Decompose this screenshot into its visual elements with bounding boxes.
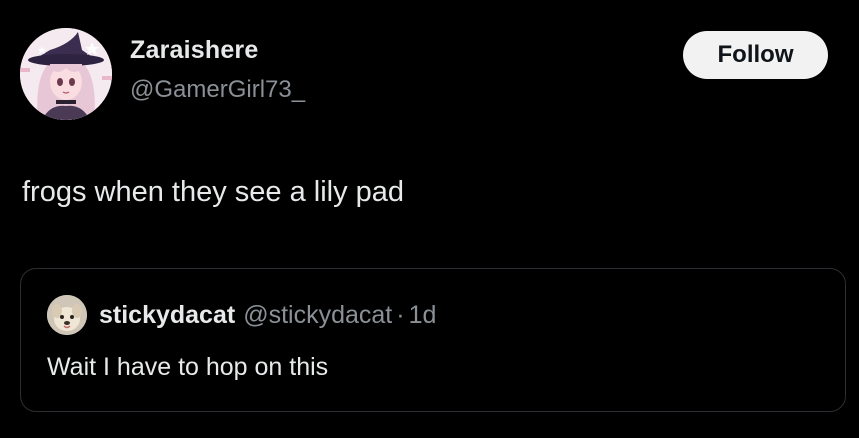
quoted-tweet-time[interactable]: 1d (409, 301, 437, 329)
quoted-tweet-card[interactable]: stickydacat @stickydacat · 1d Wait I have t… (20, 268, 846, 412)
quoted-tweet-text: Wait I have to hop on this (47, 353, 329, 381)
follow-button[interactable]: Follow (683, 31, 828, 79)
quoted-tweet-header: stickydacat @stickydacat · 1d (99, 301, 436, 330)
quoted-author-name[interactable]: stickydacat (99, 301, 235, 329)
author-avatar[interactable] (20, 28, 112, 120)
tweet-text: frogs when they see a lily pad (22, 176, 405, 208)
tweet-container: Zaraishere @GamerGirl73_ Follow frogs wh… (0, 0, 859, 438)
quoted-author-avatar[interactable] (47, 295, 87, 335)
author-handle[interactable]: @GamerGirl73_ (130, 76, 305, 104)
dog-avatar-icon (47, 295, 87, 335)
author-display-name[interactable]: Zaraishere (130, 36, 258, 65)
separator-dot: · (396, 301, 405, 329)
quoted-author-handle[interactable]: @stickydacat (243, 301, 392, 329)
anime-girl-avatar-icon (20, 28, 112, 120)
